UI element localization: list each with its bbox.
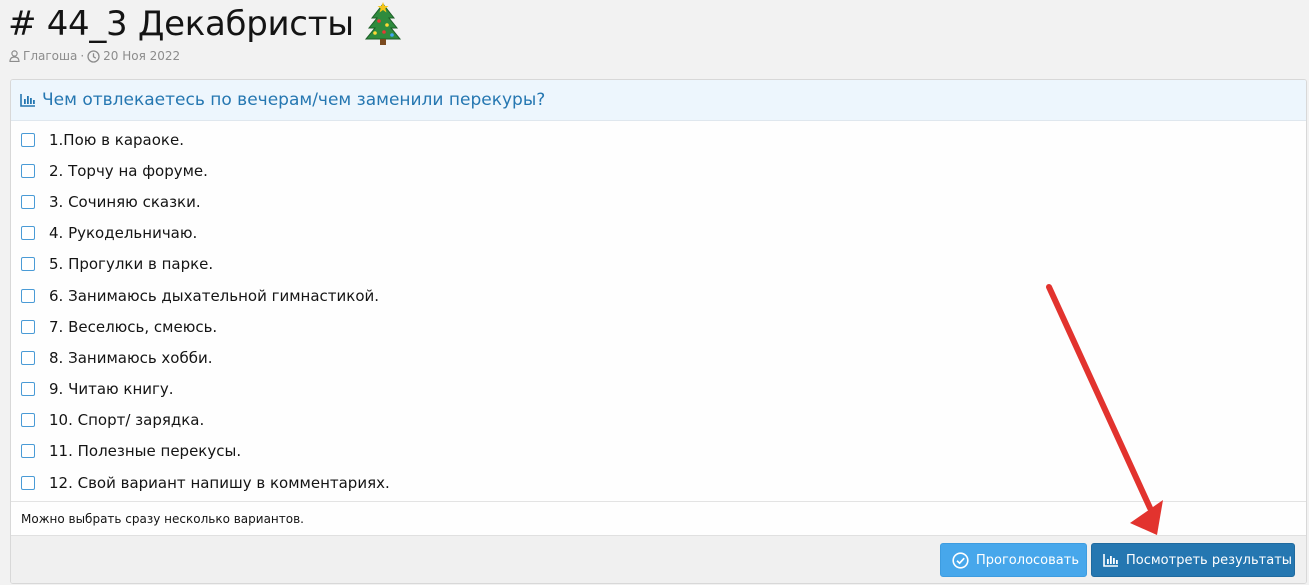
poll-checkbox[interactable] <box>21 319 35 334</box>
poll-option-label: 3. Сочиняю сказки. <box>49 192 201 211</box>
poll-checkbox[interactable] <box>21 382 35 397</box>
view-results-button[interactable]: Посмотреть результаты <box>1091 543 1295 577</box>
user-icon <box>9 50 20 62</box>
poll-checkbox[interactable] <box>21 132 35 147</box>
bar-chart-icon <box>1103 554 1118 567</box>
thread-date[interactable]: 20 Ноя 2022 <box>103 49 180 63</box>
poll-option-label: 5. Прогулки в парке. <box>49 255 214 274</box>
check-circle-icon <box>952 551 969 569</box>
poll-option-1[interactable]: 1.Пою в караоке. <box>11 124 1306 155</box>
poll-option-label: 7. Веселюсь, смеюсь. <box>49 317 218 336</box>
poll-option-5[interactable]: 5. Прогулки в парке. <box>11 249 1306 280</box>
poll-option-label: 12. Свой вариант напишу в комментариях. <box>49 473 390 492</box>
poll-checkbox[interactable] <box>21 257 35 272</box>
poll-option-2[interactable]: 2. Торчу на форуме. <box>11 155 1306 186</box>
clock-icon <box>87 49 100 63</box>
poll-option-7[interactable]: 7. Веселюсь, смеюсь. <box>11 311 1306 342</box>
poll-checkbox[interactable] <box>21 226 35 241</box>
poll-hint: Можно выбрать сразу несколько вариантов. <box>11 501 1306 535</box>
poll-checkbox[interactable] <box>21 288 35 303</box>
view-results-button-label: Посмотреть результаты <box>1126 552 1293 568</box>
poll-option-label: 2. Торчу на форуме. <box>49 161 208 180</box>
poll-option-8[interactable]: 8. Занимаюсь хобби. <box>11 342 1306 373</box>
poll-option-12[interactable]: 12. Свой вариант напишу в комментариях. <box>11 467 1306 498</box>
poll-question: Чем отвлекаетесь по вечерам/чем заменили… <box>42 90 546 110</box>
christmas-tree-icon <box>364 2 401 45</box>
poll-option-label: 6. Занимаюсь дыхательной гимнастикой. <box>49 286 380 305</box>
poll-checkbox[interactable] <box>21 350 35 365</box>
poll-option-4[interactable]: 4. Рукодельничаю. <box>11 218 1306 249</box>
poll-checkbox[interactable] <box>21 444 35 459</box>
poll-option-9[interactable]: 9. Читаю книгу. <box>11 374 1306 405</box>
poll-checkbox[interactable] <box>21 163 35 178</box>
thread-header: # 44_3 Декабристы <box>8 0 402 48</box>
thread-meta: Глагоша · 20 Ноя 2022 <box>9 49 180 63</box>
vote-button-label: Проголосовать <box>976 552 1079 568</box>
poll-header: Чем отвлекаетесь по вечерам/чем заменили… <box>11 80 1306 121</box>
thread-author[interactable]: Глагоша <box>23 49 77 63</box>
poll-checkbox[interactable] <box>21 194 35 209</box>
poll-option-11[interactable]: 11. Полезные перекусы. <box>11 436 1306 467</box>
poll-option-label: 10. Спорт/ зарядка. <box>49 411 205 430</box>
poll-block: Чем отвлекаетесь по вечерам/чем заменили… <box>10 79 1307 584</box>
thread-title: # 44_3 Декабристы <box>8 4 354 44</box>
poll-option-label: 8. Занимаюсь хобби. <box>49 348 213 367</box>
bar-chart-icon <box>20 94 35 107</box>
poll-option-6[interactable]: 6. Занимаюсь дыхательной гимнастикой. <box>11 280 1306 311</box>
poll-option-3[interactable]: 3. Сочиняю сказки. <box>11 186 1306 217</box>
poll-option-10[interactable]: 10. Спорт/ зарядка. <box>11 405 1306 436</box>
vote-button[interactable]: Проголосовать <box>940 543 1087 577</box>
poll-options: 1.Пою в караоке. 2. Торчу на форуме. 3. … <box>11 121 1306 498</box>
poll-checkbox[interactable] <box>21 413 35 428</box>
poll-option-label: 4. Рукодельничаю. <box>49 224 198 243</box>
poll-option-label: 1.Пою в караоке. <box>49 130 184 149</box>
poll-checkbox[interactable] <box>21 475 35 490</box>
meta-separator: · <box>80 49 85 63</box>
poll-option-label: 11. Полезные перекусы. <box>49 442 242 461</box>
poll-option-label: 9. Читаю книгу. <box>49 380 174 399</box>
poll-footer: Проголосовать Посмотреть результаты <box>11 535 1306 583</box>
